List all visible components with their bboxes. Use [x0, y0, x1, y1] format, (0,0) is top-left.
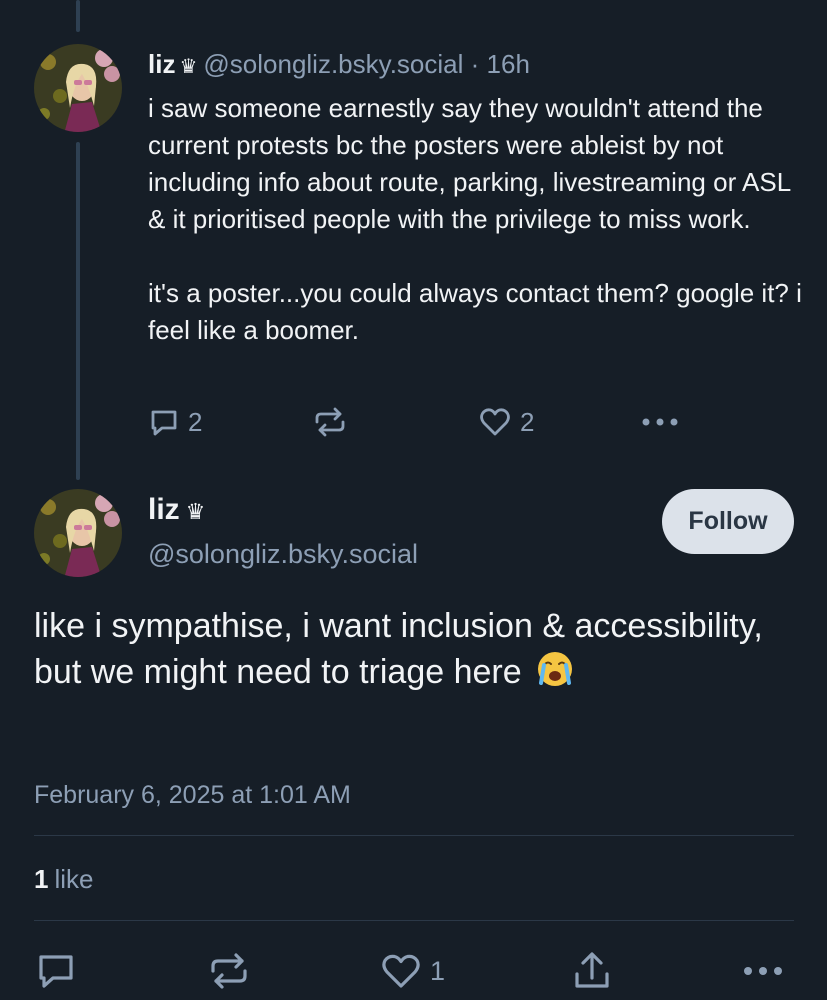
share-button[interactable] [572, 950, 612, 992]
author-name-row: liz ♛ [148, 490, 211, 532]
like-button[interactable]: 2 [478, 406, 534, 438]
crown-icon: ♛ [185, 499, 206, 524]
author-handle[interactable]: @solongliz.bsky.social [203, 49, 463, 79]
post-timestamp[interactable]: February 6, 2025 at 1:01 AM [34, 778, 351, 812]
author-handle[interactable]: @solongliz.bsky.social [148, 535, 418, 573]
thread-line-top [76, 0, 80, 32]
like-count: 2 [520, 406, 535, 437]
loudly-crying-face-icon [538, 652, 573, 686]
repost-icon [211, 953, 247, 989]
likes-count: 1 [34, 864, 49, 894]
thread-line-bottom [76, 142, 80, 480]
reply-button[interactable]: 2 [148, 406, 202, 438]
main-post-text: like i sympathise, i want inclusion & ac… [34, 604, 794, 695]
more-icon [642, 418, 678, 426]
likes-summary[interactable]: 1 like [34, 862, 93, 896]
reply-count: 2 [188, 406, 203, 437]
avatar[interactable] [34, 489, 122, 577]
likes-label: like [54, 864, 94, 894]
reply-button[interactable] [36, 952, 76, 990]
post-paragraph: i saw someone earnestly say they wouldn'… [148, 93, 791, 234]
parent-post-header: liz ♛ @solongliz.bsky.social · 16h [148, 46, 530, 85]
divider [34, 920, 794, 921]
avatar[interactable] [34, 44, 122, 132]
separator-dot: · [470, 49, 480, 79]
author-name[interactable]: liz [148, 493, 180, 526]
post-paragraph: it's a poster...you could always contact… [148, 278, 802, 345]
more-options-button[interactable] [742, 952, 784, 990]
post-time[interactable]: 16h [487, 49, 530, 79]
heart-icon [480, 408, 510, 436]
follow-button[interactable]: Follow [662, 489, 794, 554]
reply-icon [39, 955, 73, 988]
more-options-button[interactable] [640, 406, 680, 438]
share-icon [575, 952, 609, 988]
avatar-image [34, 489, 122, 577]
divider [34, 835, 794, 836]
like-button[interactable]: 1 [380, 952, 445, 990]
repost-button[interactable] [313, 406, 355, 438]
heart-icon [382, 954, 420, 988]
author-name[interactable]: liz [148, 49, 175, 79]
repost-icon [315, 407, 345, 437]
reply-icon [151, 410, 177, 436]
crown-icon: ♛ [179, 56, 198, 78]
like-count: 1 [430, 955, 446, 986]
more-icon [744, 967, 782, 975]
main-post-body: like i sympathise, i want inclusion & ac… [34, 607, 763, 691]
avatar-image [34, 44, 122, 132]
repost-button[interactable] [208, 952, 250, 990]
parent-post-text: i saw someone earnestly say they wouldn'… [148, 90, 808, 349]
